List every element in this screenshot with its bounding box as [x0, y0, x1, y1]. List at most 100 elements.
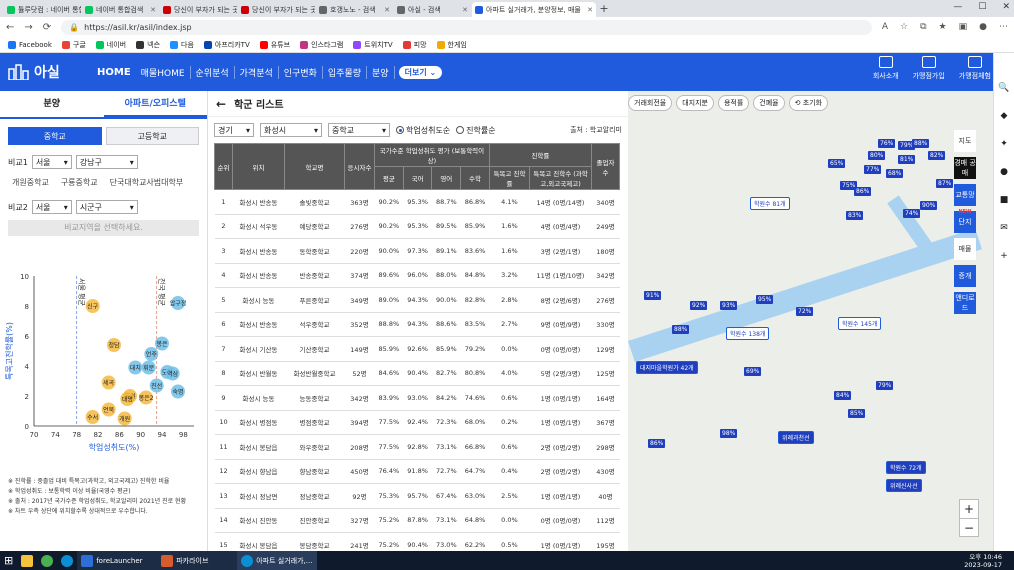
outlook-icon[interactable]: ✉	[1000, 223, 1008, 233]
bookmark-item[interactable]: 피망	[402, 40, 427, 50]
map-pin[interactable]: 68%	[886, 169, 904, 178]
map-side-button[interactable]: 앤디로드	[954, 292, 976, 314]
browser-tab[interactable]: 당신이 부자가 되는 곳! 월급쟁이✕	[238, 2, 315, 17]
table-row[interactable]: 1 화성시 반송동 솔빛중학교 363명 90.2% 95.3% 88.7% 86.8% 4.1…	[214, 189, 620, 215]
office-icon[interactable]: ■	[1000, 195, 1009, 205]
menu-item[interactable]: 분양	[367, 65, 395, 79]
table-row[interactable]: 12 화성시 향남읍 향남중학교 450명 76.4% 91.8% 72.7% 64.7% 0.…	[214, 459, 620, 484]
browser-tab[interactable]: 당신이 부자가 되는 곳! 월급쟁이✕	[160, 2, 237, 17]
clock[interactable]: 오후 10:46 2023-09-17	[964, 553, 1002, 569]
shopping-icon[interactable]: ◆	[1001, 111, 1008, 121]
tools-icon[interactable]: ✦	[1000, 139, 1008, 149]
taskbar-app-1[interactable]: foreLauncher	[77, 551, 158, 570]
back-arrow-icon[interactable]: ←	[216, 97, 226, 111]
compare2-district-select[interactable]: 시군구 ▾	[75, 200, 138, 214]
collections-icon[interactable]: ▣	[959, 22, 968, 32]
back-icon[interactable]: ←	[6, 22, 14, 33]
zoom-in-button[interactable]: +	[960, 500, 978, 518]
table-row[interactable]: 11 화성시 봉담읍 와우중학교 208명 77.5% 92.8% 73.1% 66.8% 0.…	[214, 434, 620, 460]
bookmark-item[interactable]: 네이버	[95, 40, 126, 50]
header-link[interactable]: 가맹점체험	[959, 56, 991, 81]
search-icon[interactable]: 🔍	[998, 83, 1009, 93]
menu-item[interactable]: 가격분석	[235, 65, 279, 79]
map-pin[interactable]: 77%	[864, 165, 882, 174]
table-row[interactable]: 9 화성시 능동 능동중학교 342명 83.9% 93.0% 84.2% 74.6% 0.6%…	[214, 385, 620, 411]
map-pin[interactable]: 84%	[834, 391, 852, 400]
bookmark-item[interactable]: 유튜브	[259, 40, 290, 50]
split-icon[interactable]: ⧉	[920, 22, 926, 32]
table-row[interactable]: 6 화성시 반송동 석우중학교 352명 88.8% 94.3% 88.6% 83.5% 2.7…	[214, 312, 620, 337]
tab-apartment-officetel[interactable]: 아파트/오피스텔	[103, 91, 207, 117]
map-pin[interactable]: 76%	[878, 139, 896, 148]
edge-icon[interactable]	[57, 551, 77, 570]
browser-tab[interactable]: 네이버 통합검색 ✕	[82, 2, 159, 17]
file-explorer-icon[interactable]	[17, 551, 37, 570]
map-pin[interactable]: 82%	[928, 151, 946, 160]
compare1-city-select[interactable]: 서울 ▾	[31, 155, 72, 169]
site-logo[interactable]: 아실	[8, 62, 88, 82]
map-side-button[interactable]: 증개	[954, 265, 976, 287]
bookmark-item[interactable]: Facebook	[8, 40, 52, 49]
start-button[interactable]: ⊞	[0, 551, 17, 570]
minimize-icon[interactable]: —	[953, 2, 962, 12]
academy-count-bubble[interactable]: 학원수 81개	[750, 197, 790, 210]
map-tool-button[interactable]: ⟲ 초기화	[788, 95, 829, 111]
table-row[interactable]: 5 화성시 능동 푸른중학교 349명 89.0% 94.3% 90.0% 82.8% 2.8%…	[214, 287, 620, 313]
table-row[interactable]: 10 화성시 병점동 병점중학교 394명 77.5% 92.4% 72.3% 68.0% 0.…	[214, 410, 620, 435]
menu-icon[interactable]: ⋯	[999, 22, 1008, 32]
map-pin[interactable]: 85%	[848, 409, 866, 418]
map-pin[interactable]: 95%	[756, 295, 774, 304]
station-label-1[interactable]: 위례과천선	[778, 431, 814, 444]
header-link[interactable]: 회사소개	[873, 56, 899, 81]
bookmark-item[interactable]: 넥슨	[136, 40, 160, 50]
bookmark-item[interactable]: 구글	[61, 40, 86, 50]
bookmark-item[interactable]: 아프리카TV	[203, 40, 250, 50]
academy-count-bubble[interactable]: 대지마을학원가 42개	[636, 361, 698, 374]
bookmark-item[interactable]: 다음	[170, 40, 194, 50]
map-pin[interactable]: 86%	[648, 439, 666, 448]
map-pin[interactable]: 86%	[854, 187, 872, 196]
school-chip[interactable]: 단국대학교사범대학부	[106, 175, 188, 190]
map-pin[interactable]: 81%	[898, 155, 916, 164]
map-side-button[interactable]: 교통망	[954, 184, 976, 206]
school-chip[interactable]: 개원중학교	[8, 175, 53, 190]
table-row[interactable]: 13 화성시 정남면 정남중학교 92명 75.3% 95.7% 67.4% 63.0% 2.5…	[214, 483, 620, 509]
chrome-icon[interactable]	[37, 551, 57, 570]
close-icon[interactable]: ✕	[1002, 2, 1010, 12]
academy-count-bubble[interactable]: 학원수 138개	[726, 327, 770, 340]
academy-count-bubble[interactable]: 학원수 145개	[838, 317, 882, 330]
browser-tab[interactable]: 아실 - 검색 ✕	[394, 2, 471, 17]
taskbar-app-2[interactable]: 파카라이브	[157, 551, 238, 570]
menu-item[interactable]: 입주물량	[323, 65, 368, 79]
table-row[interactable]: 7 화성시 기산동 기산중학교 149명 85.9% 92.6% 85.9% 79.2% 0.0…	[214, 336, 620, 362]
browser-tab[interactable]: 아파트 실거래가, 분양정보, 매물 ✕	[472, 2, 596, 17]
new-tab-button[interactable]: +	[597, 2, 611, 17]
map-pin[interactable]: 92%	[690, 301, 708, 310]
tab-presale[interactable]: 분양	[0, 91, 104, 117]
bookmark-item[interactable]: 인스타그램	[300, 40, 343, 50]
tab-close-icon[interactable]: ✕	[462, 6, 468, 14]
table-row[interactable]: 4 화성시 반송동 반송중학교 374명 89.6% 96.0% 88.0% 84.8% 3.2…	[214, 263, 620, 288]
map-pin[interactable]: 74%	[903, 209, 921, 218]
more-menu-button[interactable]: 더보기 ⌄	[398, 65, 443, 79]
games-icon[interactable]: ●	[1000, 167, 1008, 177]
map-pin[interactable]: 88%	[672, 325, 690, 334]
map-pin[interactable]: 87%	[936, 179, 954, 188]
bookmark-item[interactable]: 트위치TV	[353, 40, 393, 50]
map-tool-button[interactable]: 건폐율	[753, 95, 785, 111]
table-row[interactable]: 8 화성시 반월동 화성반월중학교 52명 84.6% 90.4% 82.7% 80.8% 4.…	[214, 361, 620, 386]
middle-school-button[interactable]: 중학교	[8, 127, 102, 145]
map-pin[interactable]: 91%	[644, 291, 662, 300]
refresh-icon[interactable]: ⟳	[43, 22, 51, 33]
map-tool-button[interactable]: 거래회전율	[628, 95, 673, 111]
map-view[interactable]: 거래회전율 대지지분 용적률 건폐율 ⟲ 초기화 76% 79% 88% 80% 68% 81% 8…	[628, 91, 993, 551]
map-pin[interactable]: 79%	[876, 381, 894, 390]
map-pin[interactable]: 90%	[920, 201, 938, 210]
compare1-district-select[interactable]: 강남구 ▾	[75, 155, 138, 169]
compare2-city-select[interactable]: 서울 ▾	[31, 200, 72, 214]
table-row[interactable]: 3 화성시 반송동 동학중학교 220명 90.0% 97.3% 89.1% 83.6% 1.6…	[214, 238, 620, 264]
academy-count-bubble[interactable]: 학원수 72개	[886, 461, 926, 474]
sort-admission-radio[interactable]: 진학률순	[456, 125, 496, 136]
read-aloud-icon[interactable]: A	[882, 22, 888, 32]
map-tool-button[interactable]: 대지지분	[676, 95, 714, 111]
